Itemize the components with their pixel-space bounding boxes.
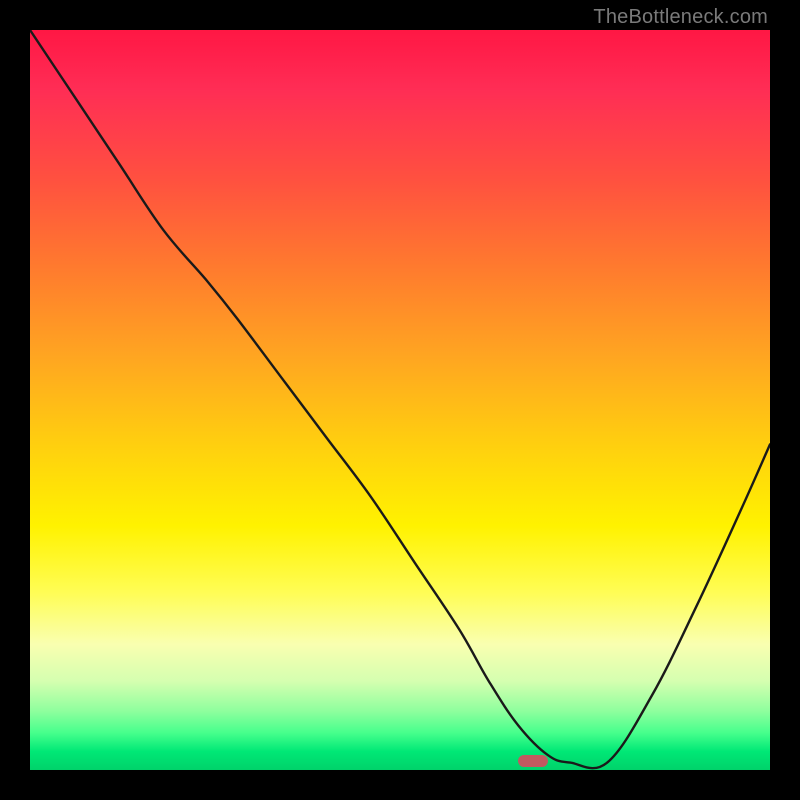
optimal-marker xyxy=(518,755,548,767)
watermark-text: TheBottleneck.com xyxy=(593,6,768,29)
frame: TheBottleneck.com xyxy=(0,0,800,800)
gradient-background xyxy=(30,30,770,770)
plot-area xyxy=(30,30,770,770)
